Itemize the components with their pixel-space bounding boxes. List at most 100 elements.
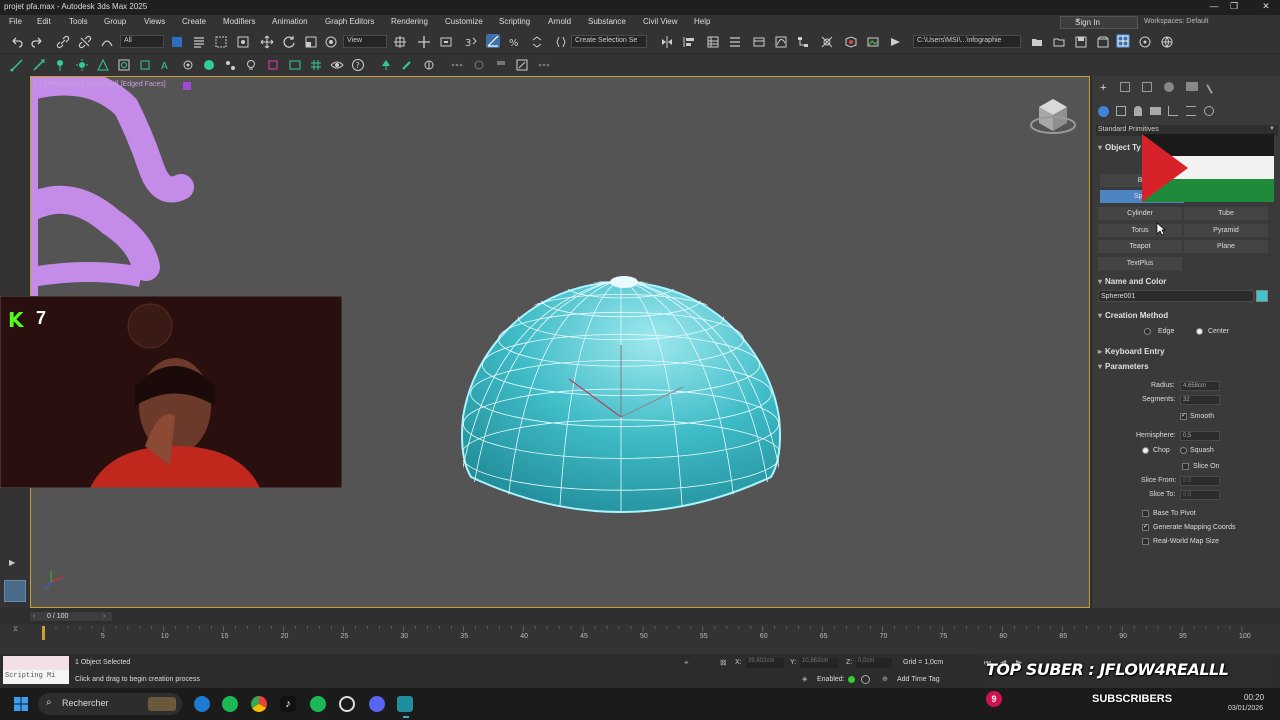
object-name-input[interactable]	[1098, 290, 1254, 302]
light-icon[interactable]	[75, 58, 89, 72]
object-type-rollout[interactable]: ▾ Object Ty	[1098, 143, 1141, 152]
lights-subtab-icon[interactable]	[1134, 106, 1142, 116]
menu-arnold[interactable]: Arnold	[548, 17, 571, 26]
windows-start-icon[interactable]	[13, 696, 29, 712]
center-radio[interactable]	[1196, 328, 1203, 335]
slice-from-spinner[interactable]: 0,0	[1180, 476, 1220, 486]
gen-mapping-checkbox[interactable]: ✓	[1142, 524, 1149, 531]
unlink-icon[interactable]	[78, 35, 92, 49]
motion-tab-icon[interactable]	[1164, 82, 1174, 92]
bind-spacewarp-icon[interactable]	[100, 35, 114, 49]
lock-selection-icon[interactable]: ⊠	[720, 658, 727, 667]
creation-method-rollout[interactable]: ▾ Creation Method	[1098, 311, 1168, 320]
archive-icon[interactable]	[1096, 35, 1110, 49]
snap-edge-icon[interactable]	[32, 58, 46, 72]
move-icon[interactable]	[260, 35, 274, 49]
spotify-2-icon[interactable]	[310, 696, 326, 712]
edit-named-selection-icon[interactable]	[554, 35, 568, 49]
taskbar-search[interactable]: ⌕ Rechercher	[38, 693, 182, 715]
utilities-tab-icon[interactable]	[1206, 80, 1220, 94]
lightbulb-icon[interactable]	[244, 58, 258, 72]
spacewarps-subtab-icon[interactable]	[1186, 106, 1196, 116]
spinner-snap-icon[interactable]	[530, 35, 544, 49]
real-world-checkbox[interactable]	[1142, 538, 1149, 545]
reference-coordinate-dropdown[interactable]: View	[343, 35, 387, 48]
hemisphere-spinner[interactable]: 0,5	[1180, 431, 1220, 441]
spacewarp-icon[interactable]	[181, 58, 195, 72]
toggle-ribbon-icon[interactable]	[752, 35, 766, 49]
schematic-view-icon[interactable]	[796, 35, 810, 49]
add-time-tag[interactable]: Add Time Tag	[897, 676, 940, 683]
camera-icon[interactable]	[117, 58, 131, 72]
maximize-button[interactable]: ❐	[1224, 1, 1244, 13]
select-by-name-icon[interactable]	[192, 35, 206, 49]
pyramid-button[interactable]: Pyramid	[1184, 224, 1268, 237]
time-tag-toggle[interactable]	[861, 675, 870, 684]
text-icon[interactable]: A	[159, 58, 173, 72]
key-filter-icon[interactable]: ⧖	[13, 626, 18, 634]
tube-button[interactable]: Tube	[1184, 207, 1268, 220]
adaptive-degradation-icon[interactable]: ◈	[802, 675, 807, 683]
systems-subtab-icon[interactable]	[1204, 106, 1214, 116]
material-editor-icon[interactable]	[820, 35, 834, 49]
y-coord-field[interactable]: 10,862cm	[800, 658, 838, 668]
current-frame-marker[interactable]	[42, 626, 45, 640]
rect-selection-icon[interactable]	[214, 35, 228, 49]
smooth-checkbox[interactable]: ✓	[1180, 413, 1187, 420]
menu-modifiers[interactable]: Modifiers	[223, 17, 255, 26]
align-icon[interactable]	[682, 35, 696, 49]
menu-views[interactable]: Views	[144, 17, 165, 26]
x-coord-field[interactable]: 39,802cm	[746, 658, 784, 668]
named-selection-sets-dropdown[interactable]: Create Selection Se	[571, 35, 647, 48]
menu-tools[interactable]: Tools	[69, 17, 88, 26]
menu-civil-view[interactable]: Civil View	[643, 17, 678, 26]
render-production-icon[interactable]	[888, 35, 902, 49]
sign-in-dropdown[interactable]: Sign In ▼	[1060, 16, 1138, 29]
percent-snap-icon[interactable]: %	[508, 35, 522, 49]
isolate-selection-icon[interactable]: ⌖	[684, 658, 689, 668]
systems-icon[interactable]	[223, 58, 237, 72]
container-icon[interactable]	[288, 58, 302, 72]
spotify-icon[interactable]	[222, 696, 238, 712]
modify-tab-icon[interactable]	[1120, 82, 1130, 92]
tiktok-icon[interactable]: ♪	[280, 696, 296, 712]
workspaces-selector[interactable]: Workspaces: Default	[1144, 18, 1208, 25]
helper-icon[interactable]	[138, 58, 152, 72]
redo-icon[interactable]	[30, 35, 44, 49]
curve-editor-icon[interactable]	[774, 35, 788, 49]
play-arrow-icon[interactable]: ▶	[9, 558, 15, 567]
radius-spinner[interactable]: 4,658cm	[1180, 381, 1220, 391]
pivot-center-icon[interactable]	[393, 35, 407, 49]
maxscript-listener-icon[interactable]	[4, 580, 26, 602]
scene-explorer-icon[interactable]	[706, 35, 720, 49]
selection-filter-dropdown[interactable]: All	[120, 35, 164, 48]
menu-scripting[interactable]: Scripting	[499, 17, 530, 26]
grid-icon[interactable]	[309, 58, 323, 72]
plane-button[interactable]: Plane	[1184, 240, 1268, 253]
squash-radio[interactable]	[1180, 447, 1187, 454]
discord-icon[interactable]	[369, 696, 385, 712]
maxscript-mini-listener[interactable]: Scripting Mi	[3, 670, 69, 684]
menu-group[interactable]: Group	[104, 17, 126, 26]
create-tab-icon[interactable]: +	[1100, 82, 1106, 94]
project-folder-icon[interactable]	[1030, 35, 1044, 49]
window-crossing-icon[interactable]	[236, 35, 250, 49]
more-icon[interactable]	[537, 58, 551, 72]
mirror-icon[interactable]	[660, 35, 674, 49]
purple-tube-object[interactable]	[31, 77, 194, 297]
snap-grid-icon[interactable]	[10, 58, 24, 72]
render-setup-icon[interactable]	[844, 35, 858, 49]
angle-snap-icon[interactable]	[486, 34, 500, 48]
teapot-button[interactable]: Teapot	[1098, 240, 1182, 253]
viewport-label[interactable]: [+] [Perspective] [Standard] [Edged Face…	[34, 81, 166, 88]
view-cube[interactable]	[1030, 99, 1076, 134]
expand-icon[interactable]	[515, 58, 529, 72]
chop-radio[interactable]	[1142, 447, 1149, 454]
box-icon[interactable]	[266, 58, 280, 72]
display-tab-icon[interactable]	[1186, 82, 1198, 91]
shapes-subtab-icon[interactable]	[1116, 106, 1126, 116]
hierarchy-tab-icon[interactable]	[1142, 82, 1152, 92]
time-slider[interactable]: ‹ 0 / 100 ›	[0, 608, 1280, 624]
cylinder-button[interactable]: Cylinder	[1098, 207, 1182, 220]
pin-icon[interactable]	[53, 58, 67, 72]
